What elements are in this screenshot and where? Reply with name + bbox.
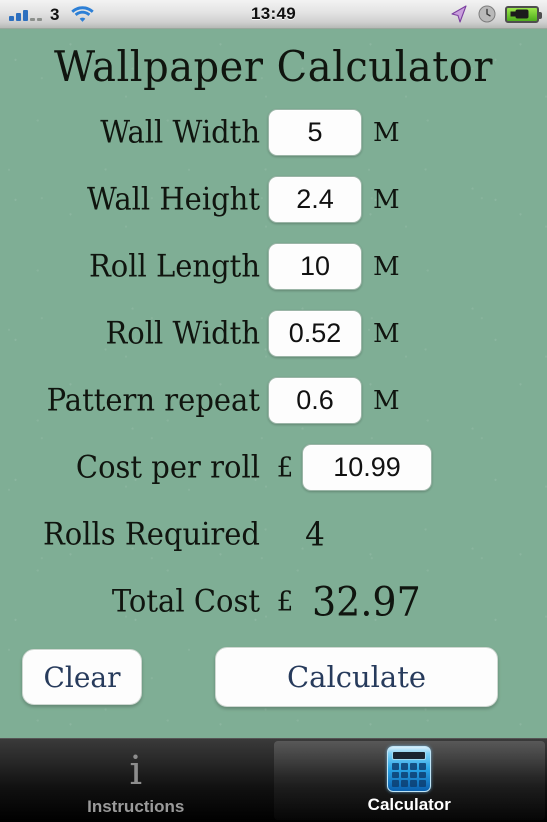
signal-bars-icon [9,7,42,21]
label-pattern-repeat: Pattern repeat [46,382,260,418]
carrier-label: 3 [50,4,60,24]
tab-calculator[interactable]: Calculator [273,741,545,820]
tab-instructions-label: Instructions [87,797,185,816]
unit-wall-height: M [373,184,400,215]
page-title: Wallpaper Calculator [54,42,493,92]
label-roll-length: Roll Length [88,248,260,284]
unit-pattern-repeat: M [373,385,400,416]
status-bar-left: 3 [9,5,95,23]
label-wall-height: Wall Height [87,181,260,217]
input-cost-per-roll[interactable]: 10.99 [302,444,432,491]
input-form: Wall Width 5 M Wall Height 2.4 M Roll Le… [0,99,547,635]
battery-charging-icon [505,5,542,23]
result-row-rolls-required: Rolls Required 4 [0,501,547,568]
wifi-icon [70,5,95,23]
calculate-button[interactable]: Calculate [215,647,498,707]
value-rolls-required: 4 [305,515,325,554]
location-arrow-icon [449,4,469,24]
calculator-screen: Wallpaper Calculator Wall Width 5 M Wall… [0,29,547,738]
action-buttons: Clear Calculate [0,647,547,707]
form-row-wall-width: Wall Width 5 M [0,99,547,166]
app-root: 3 13:49 Wallpaper Calculator Wall Width … [0,0,547,822]
value-total-cost: 32.97 [312,578,421,625]
input-roll-width[interactable]: 0.52 [268,310,362,357]
label-rolls-required: Rolls Required [42,516,260,552]
calculator-icon [387,745,432,793]
form-row-pattern-repeat: Pattern repeat 0.6 M [0,367,547,434]
input-pattern-repeat[interactable]: 0.6 [268,377,362,424]
clear-button[interactable]: Clear [22,649,142,705]
unit-wall-width: M [373,117,400,148]
form-row-roll-length: Roll Length 10 M [0,233,547,300]
label-cost-per-roll: Cost per roll [75,449,260,485]
form-row-wall-height: Wall Height 2.4 M [0,166,547,233]
unit-roll-length: M [373,251,400,282]
info-i-icon: i [129,748,143,794]
label-roll-width: Roll Width [105,315,260,351]
tab-bar: i Instructions Calculator [0,738,547,822]
form-row-cost-per-roll: Cost per roll £ 10.99 [0,434,547,501]
status-bar: 3 13:49 [0,0,547,29]
status-bar-right [449,4,542,24]
tab-calculator-label: Calculator [367,795,451,814]
input-wall-height[interactable]: 2.4 [268,176,362,223]
alarm-clock-icon [478,5,496,23]
label-wall-width: Wall Width [100,114,260,150]
form-row-roll-width: Roll Width 0.52 M [0,300,547,367]
label-total-cost: Total Cost [111,583,260,619]
unit-roll-width: M [373,318,400,349]
currency-symbol-cost-per-roll: £ [276,451,294,484]
tab-instructions[interactable]: i Instructions [0,739,272,822]
input-wall-width[interactable]: 5 [268,109,362,156]
currency-symbol-total-cost: £ [276,585,294,618]
input-roll-length[interactable]: 10 [268,243,362,290]
result-row-total-cost: Total Cost £ 32.97 [0,568,547,635]
